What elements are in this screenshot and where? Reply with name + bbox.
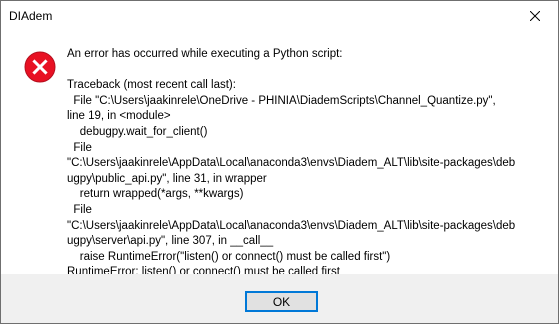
window-title: DIAdem bbox=[9, 9, 53, 23]
traceback-line: return wrapped(*args, **kwargs) bbox=[67, 188, 244, 201]
title-bar[interactable]: DIAdem bbox=[1, 1, 558, 32]
traceback-line: Traceback (most recent call last): bbox=[67, 79, 236, 92]
error-dialog: DIAdem An error has occurred while execu… bbox=[0, 0, 559, 324]
traceback-line: raise RuntimeError("listen() or connect(… bbox=[67, 250, 391, 263]
dialog-content: An error has occurred while executing a … bbox=[1, 32, 558, 278]
ok-button[interactable]: OK bbox=[245, 291, 318, 312]
traceback-line: File "C:\Users\jaakinrele\OneDrive - PHI… bbox=[67, 94, 496, 107]
button-bar: OK bbox=[1, 274, 558, 323]
traceback-line: File bbox=[67, 203, 92, 216]
traceback-line: "C:\Users\jaakinrele\AppData\Local\anaco… bbox=[67, 157, 516, 170]
close-button[interactable] bbox=[512, 1, 558, 31]
error-icon bbox=[24, 51, 56, 83]
error-headline: An error has occurred while executing a … bbox=[67, 48, 343, 60]
close-icon bbox=[530, 11, 540, 21]
traceback-line: "C:\Users\jaakinrele\AppData\Local\anaco… bbox=[67, 219, 516, 232]
traceback-line: ugpy\server\api.py", line 307, in __call… bbox=[67, 235, 274, 248]
traceback-line: line 19, in <module> bbox=[67, 110, 171, 123]
error-message: An error has occurred while executing a … bbox=[67, 47, 549, 281]
traceback-line: ugpy\public_api.py", line 31, in wrapper bbox=[67, 172, 267, 185]
traceback-line: File bbox=[67, 141, 92, 154]
traceback-line: debugpy.wait_for_client() bbox=[67, 125, 208, 138]
